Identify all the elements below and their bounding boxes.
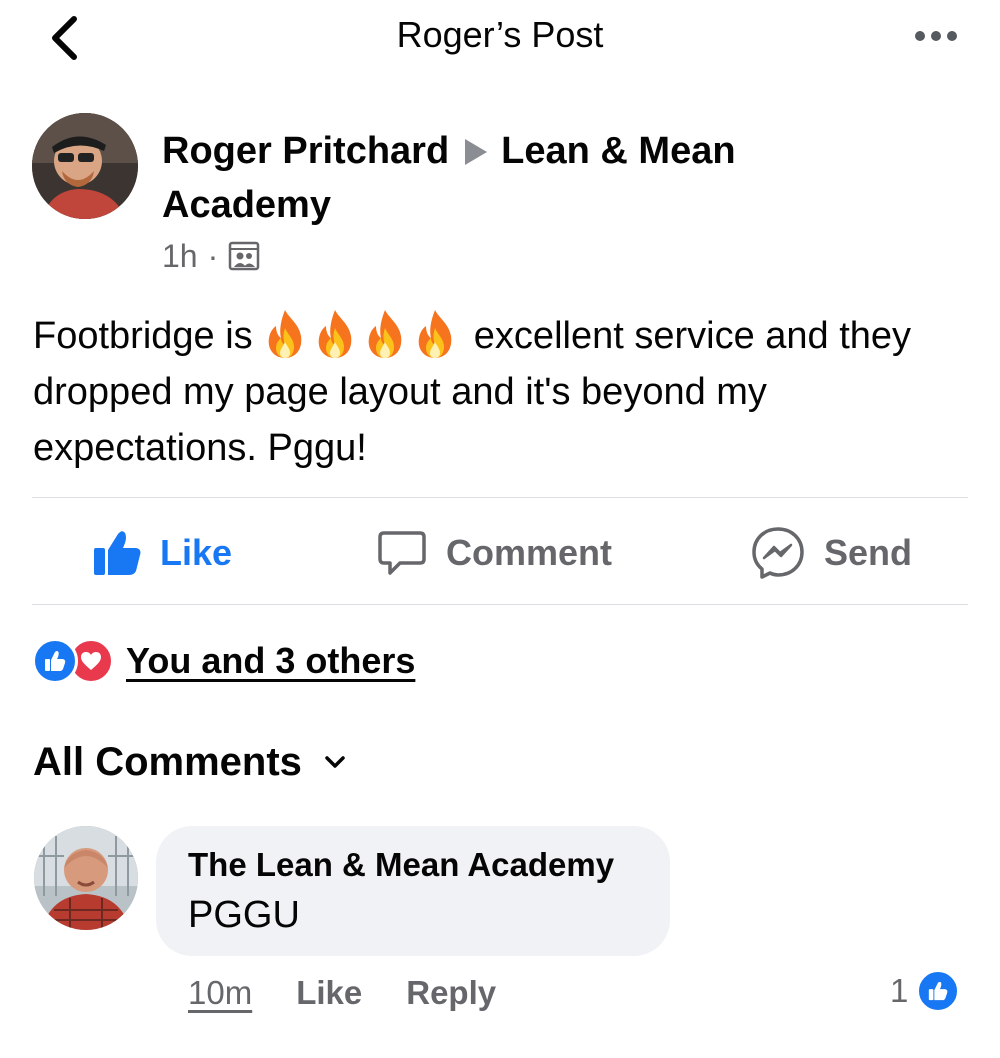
comment-time[interactable]: 10m [188, 974, 252, 1012]
messenger-icon [752, 527, 804, 579]
fire-emoji-icon [313, 308, 357, 360]
commenter-avatar[interactable] [34, 826, 138, 930]
reactions-summary[interactable]: You and 3 others [32, 636, 415, 686]
like-button[interactable]: Like [92, 518, 232, 588]
author-name[interactable]: Roger Pritchard [162, 130, 449, 172]
post-meta: 1h · [162, 236, 260, 276]
comment-text: PGGU [188, 894, 300, 936]
author-photo [32, 113, 138, 219]
comment-like-number: 1 [890, 972, 909, 1009]
group-audience-icon [229, 241, 260, 271]
more-options-button[interactable] [904, 20, 968, 52]
comment-actions: 10m Like Reply [188, 970, 496, 1016]
comment-like-button[interactable]: Like [296, 974, 362, 1012]
comment-bubble-icon [378, 531, 426, 575]
comment-author[interactable]: The Lean & Mean Academy [188, 846, 614, 884]
separator-dot: · [207, 237, 219, 274]
triangle-right-icon [465, 139, 488, 165]
comment-like-count[interactable]: 1 [890, 968, 961, 1014]
like-reaction-icon [32, 638, 78, 684]
thumbs-up-icon [94, 531, 141, 575]
fire-emoji-icon [363, 308, 407, 360]
like-reaction-icon [916, 969, 961, 1013]
post-text: Footbridge is excellent service and they… [33, 308, 973, 476]
author-avatar[interactable] [32, 113, 138, 219]
like-label: Like [160, 532, 233, 573]
more-icon [915, 31, 925, 41]
divider [32, 497, 968, 498]
emoji-group [263, 310, 463, 358]
post-time[interactable]: 1h [162, 238, 198, 275]
post-text-start: Footbridge is [33, 315, 253, 357]
comments-filter-label: All Comments [33, 739, 302, 784]
reactions-text: You and 3 others [126, 640, 416, 681]
comment-label: Comment [446, 532, 613, 573]
divider [32, 604, 968, 605]
chevron-down-icon [325, 756, 345, 768]
fire-emoji-icon [413, 308, 457, 360]
fire-emoji-icon [263, 308, 307, 360]
comment-button[interactable]: Comment [376, 518, 612, 588]
comment-reply-button[interactable]: Reply [406, 974, 496, 1012]
post-author-line: Roger Pritchard Lean & Mean Academy [162, 124, 862, 232]
comments-filter-dropdown[interactable]: All Comments [33, 736, 346, 788]
commenter-photo [34, 826, 138, 930]
send-label: Send [824, 532, 913, 573]
page-title: Roger’s Post [396, 14, 604, 55]
send-button[interactable]: Send [750, 518, 912, 588]
